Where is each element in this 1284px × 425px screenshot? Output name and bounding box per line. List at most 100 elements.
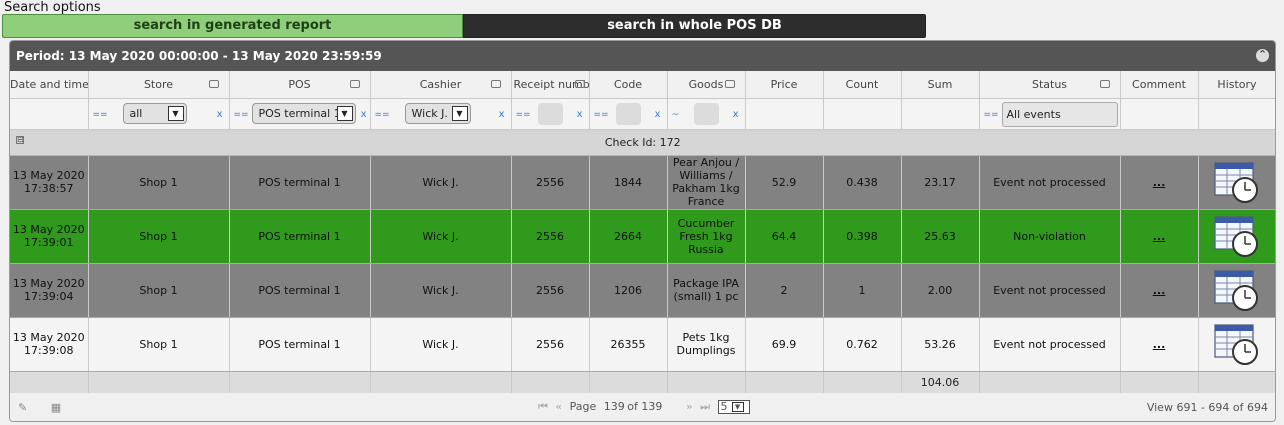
collapse-panel-icon[interactable]: ⌃ xyxy=(1256,49,1269,62)
filter-pos: == POS terminal 1 ▼ x xyxy=(229,98,371,130)
receipt-filter-input[interactable] xyxy=(537,102,563,125)
comment-menu-icon[interactable] xyxy=(349,80,360,88)
cell-code: 26355 xyxy=(589,317,668,372)
page-number-input[interactable]: 139 xyxy=(604,400,625,413)
table-row[interactable]: 13 May 2020 17:38:57 Shop 1 POS terminal … xyxy=(10,155,1275,210)
clear-filter-icon[interactable]: x xyxy=(361,109,367,120)
comment-menu-icon[interactable] xyxy=(724,80,735,88)
cell-cashier: Wick J. xyxy=(370,209,512,264)
comment-link[interactable]: ... xyxy=(1153,230,1166,243)
filter-status: == All events xyxy=(979,98,1121,130)
totals-row: 104.06 xyxy=(10,371,1275,394)
filter-row: == all ▼ x == POS terminal 1 ▼ x == Wick… xyxy=(10,98,1275,130)
comment-menu-icon[interactable] xyxy=(1099,80,1110,88)
search-generated-report-button[interactable]: search in generated report xyxy=(2,14,463,38)
filter-operator[interactable]: ~ xyxy=(672,110,680,120)
comment-link[interactable]: ... xyxy=(1153,284,1166,297)
filter-operator[interactable]: == xyxy=(516,110,531,120)
col-pos[interactable]: POS xyxy=(229,71,371,99)
comment-menu-icon[interactable] xyxy=(574,80,585,88)
cell-sum: 25.63 xyxy=(901,209,980,264)
comment-menu-icon[interactable] xyxy=(490,80,501,88)
col-receipt-number[interactable]: Receipt number xyxy=(511,71,590,99)
col-status[interactable]: Status xyxy=(979,71,1121,99)
rows-per-page-select[interactable]: 5 ▼ xyxy=(717,400,750,414)
cell-receipt: 2556 xyxy=(511,317,590,372)
page-total: of 139 xyxy=(627,400,663,413)
col-store[interactable]: Store xyxy=(88,71,230,99)
clear-filter-icon[interactable]: x xyxy=(733,109,739,120)
comment-link[interactable]: ... xyxy=(1153,338,1166,351)
table-row[interactable]: 13 May 2020 17:39:01 Shop 1 POS terminal … xyxy=(10,209,1275,264)
cell-status: Event not processed xyxy=(979,155,1121,210)
clear-filter-icon[interactable]: x xyxy=(655,109,661,120)
col-date-time[interactable]: Date and time xyxy=(10,71,89,99)
code-filter-input[interactable] xyxy=(615,102,641,125)
chevron-down-icon: ▼ xyxy=(336,105,353,121)
search-whole-db-button[interactable]: search in whole POS DB xyxy=(463,14,926,38)
cell-goods: Cucumber Fresh 1kg Russia xyxy=(667,209,746,264)
goods-filter-input[interactable] xyxy=(693,102,719,125)
cell-count: 0.762 xyxy=(823,317,902,372)
edit-icon[interactable]: ✎ xyxy=(18,401,27,414)
group-label: Check Id: 172 xyxy=(604,135,681,149)
cell-store: Shop 1 xyxy=(88,155,230,210)
status-filter-input[interactable]: All events xyxy=(1001,101,1118,127)
col-goods[interactable]: Goods xyxy=(667,71,746,99)
cell-date-time: 13 May 2020 17:39:08 xyxy=(10,317,89,372)
filter-receipt: == x xyxy=(511,98,590,130)
first-page-icon[interactable]: ⏮ xyxy=(538,400,548,413)
view-range-text: View 691 - 694 of 694 xyxy=(1146,401,1268,414)
col-price[interactable]: Price xyxy=(745,71,824,99)
filter-operator[interactable]: == xyxy=(594,110,609,120)
history-icon[interactable] xyxy=(1214,269,1260,311)
store-filter-select[interactable]: all ▼ xyxy=(122,102,187,124)
group-header: ⊟ Check Id: 172 xyxy=(10,129,1275,156)
cell-pos: POS terminal 1 xyxy=(229,209,371,264)
cell-code: 2664 xyxy=(589,209,668,264)
cell-date-time: 13 May 2020 17:38:57 xyxy=(10,155,89,210)
history-icon[interactable] xyxy=(1214,161,1260,203)
table-row[interactable]: 13 May 2020 17:39:04 Shop 1 POS terminal … xyxy=(10,263,1275,318)
cashier-filter-select[interactable]: Wick J. ▼ xyxy=(404,102,471,124)
col-history[interactable]: History xyxy=(1198,71,1275,99)
col-comment[interactable]: Comment xyxy=(1120,71,1199,99)
prev-page-icon[interactable]: « xyxy=(555,400,562,413)
comment-menu-icon[interactable] xyxy=(208,80,219,88)
filter-operator[interactable]: == xyxy=(375,110,390,120)
filter-comment xyxy=(1120,98,1199,130)
filter-history xyxy=(1198,98,1275,130)
cell-store: Shop 1 xyxy=(88,263,230,318)
clear-filter-icon[interactable]: x xyxy=(577,109,583,120)
col-count[interactable]: Count xyxy=(823,71,902,99)
pos-filter-select[interactable]: POS terminal 1 ▼ xyxy=(251,102,356,124)
report-panel: Period: 13 May 2020 00:00:00 - 13 May 20… xyxy=(9,40,1276,422)
clear-filter-icon[interactable]: x xyxy=(217,109,223,120)
filter-count xyxy=(823,98,902,130)
cell-status: Non-violation xyxy=(979,209,1121,264)
cell-date-time: 13 May 2020 17:39:01 xyxy=(10,209,89,264)
history-icon[interactable] xyxy=(1214,323,1260,365)
cell-status: Event not processed xyxy=(979,317,1121,372)
filter-price xyxy=(745,98,824,130)
col-cashier[interactable]: Cashier xyxy=(370,71,512,99)
cell-status: Event not processed xyxy=(979,263,1121,318)
table-settings-icon[interactable]: ▦ xyxy=(51,401,61,414)
cell-comment: ... xyxy=(1120,155,1199,210)
last-page-icon[interactable]: ⏭ xyxy=(700,400,710,413)
cell-comment: ... xyxy=(1120,263,1199,318)
next-page-icon[interactable]: » xyxy=(686,400,693,413)
clear-filter-icon[interactable]: x xyxy=(499,109,505,120)
table-row[interactable]: 13 May 2020 17:39:08 Shop 1 POS terminal … xyxy=(10,317,1275,372)
comment-link[interactable]: ... xyxy=(1153,176,1166,189)
cell-pos: POS terminal 1 xyxy=(229,317,371,372)
col-code[interactable]: Code xyxy=(589,71,668,99)
filter-operator[interactable]: == xyxy=(93,110,108,120)
collapse-group-icon[interactable]: ⊟ xyxy=(16,135,24,144)
filter-goods: ~ x xyxy=(667,98,746,130)
filter-operator[interactable]: == xyxy=(984,110,999,120)
col-sum[interactable]: Sum xyxy=(901,71,980,99)
history-icon[interactable] xyxy=(1214,215,1260,257)
cell-receipt: 2556 xyxy=(511,155,590,210)
filter-operator[interactable]: == xyxy=(234,110,249,120)
